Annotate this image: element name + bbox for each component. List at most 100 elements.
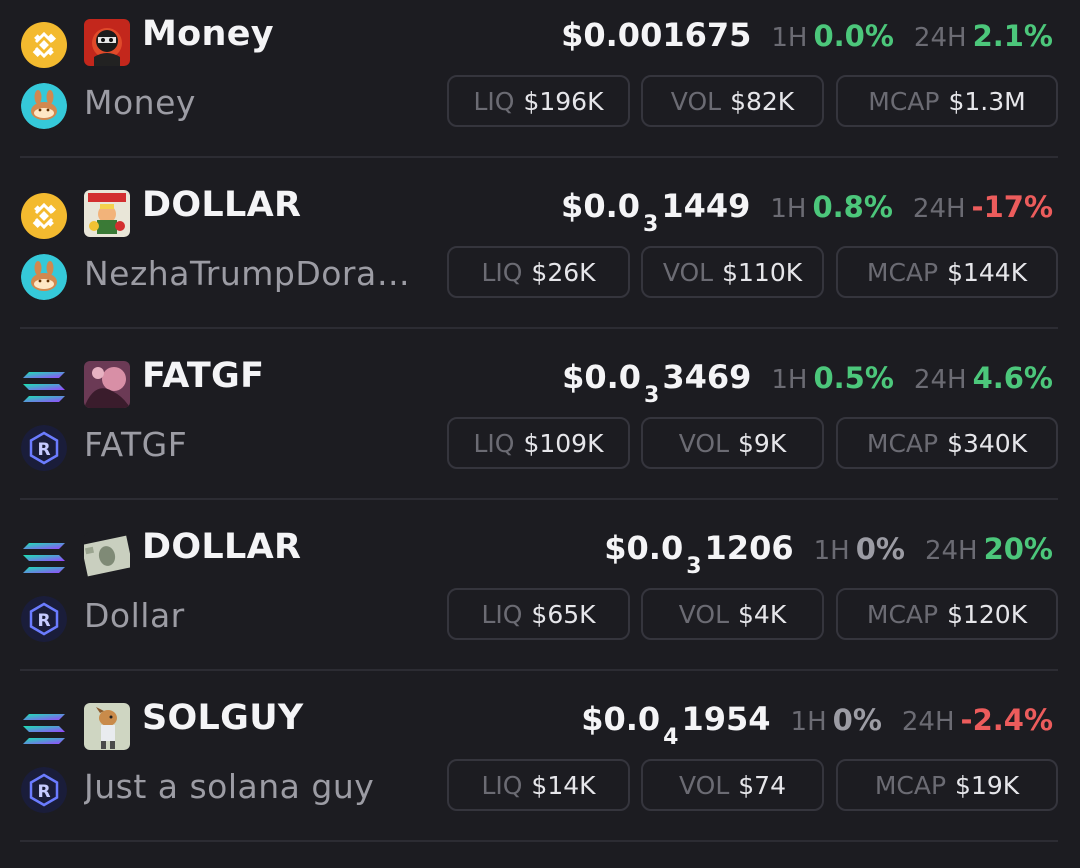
token-price: $0.0 — [562, 358, 642, 396]
liquidity-value: $65K — [531, 599, 596, 629]
token-row[interactable]: R SOLGUY Just a solana guy $0.0 4 1954 1H … — [0, 684, 1080, 855]
market-cap-badge: MCAP $144K — [836, 246, 1058, 298]
token-price: $0.0 — [561, 187, 640, 225]
pancakeswap-icon — [21, 254, 67, 300]
bnb-chain-icon — [21, 22, 67, 68]
volume-label: VOL — [678, 599, 730, 629]
market-cap-value: $1.3M — [948, 86, 1026, 116]
change-1h-label: 1H — [770, 194, 807, 224]
raydium-icon: R — [21, 767, 67, 813]
volume-label: VOL — [670, 86, 722, 116]
row-divider — [20, 327, 1058, 329]
change-24h-value: 20% — [983, 532, 1053, 566]
volume-value: $82K — [730, 86, 795, 116]
change-24h-value: -2.4% — [960, 703, 1053, 737]
market-cap-badge: MCAP $340K — [836, 417, 1058, 469]
change-1h-value: 0.8% — [812, 190, 893, 224]
token-row[interactable]: R DOLLAR Dollar $0.0 3 1206 1H 0% 24H 20% … — [0, 513, 1080, 684]
market-cap-label: MCAP — [866, 428, 939, 458]
price-line: $0.0 3 3469 1H 0.5% 24H 4.6% — [562, 358, 1053, 408]
token-name: FATGF — [84, 425, 188, 464]
change-24h-label: 24H — [913, 23, 967, 53]
change-1h-label: 1H — [771, 23, 808, 53]
token-symbol: SOLGUY — [142, 698, 304, 738]
change-1h-value: 0% — [855, 532, 905, 566]
price-zero-count: 3 — [644, 383, 660, 408]
volume-badge: VOL $82K — [641, 75, 824, 127]
token-list: Money Money $0.001675 1H 0.0% 24H 2.1% L… — [0, 0, 1080, 868]
token-row[interactable]: Money Money $0.001675 1H 0.0% 24H 2.1% L… — [0, 0, 1080, 171]
market-cap-label: MCAP — [874, 770, 947, 800]
price-line: $0.001675 1H 0.0% 24H 2.1% — [561, 16, 1053, 54]
change-1h-value: 0.0% — [813, 19, 894, 53]
price-line: $0.0 4 1954 1H 0% 24H -2.4% — [581, 700, 1053, 750]
svg-text:R: R — [37, 440, 50, 460]
change-24h-label: 24H — [924, 536, 978, 566]
liquidity-badge: LIQ $26K — [447, 246, 630, 298]
liquidity-value: $26K — [531, 257, 596, 287]
volume-label: VOL — [679, 770, 730, 800]
change-24h-label: 24H — [901, 707, 955, 737]
volume-badge: VOL $110K — [641, 246, 824, 298]
token-symbol: Money — [142, 14, 274, 54]
row-divider — [20, 156, 1058, 158]
volume-value: $74 — [738, 770, 786, 800]
market-cap-value: $144K — [947, 257, 1028, 287]
change-1h-label: 1H — [813, 536, 850, 566]
token-avatar — [84, 190, 130, 237]
liquidity-label: LIQ — [473, 86, 515, 116]
row-divider — [20, 840, 1058, 842]
market-cap-value: $120K — [947, 599, 1028, 629]
bnb-chain-icon — [21, 193, 67, 239]
token-price-digits: 3469 — [662, 358, 752, 396]
volume-badge: VOL $4K — [641, 588, 824, 640]
token-price: $0.0 — [604, 529, 684, 567]
token-price: $0.0 — [581, 700, 661, 738]
market-cap-label: MCAP — [866, 599, 939, 629]
volume-label: VOL — [678, 428, 730, 458]
token-symbol: DOLLAR — [142, 185, 302, 225]
liquidity-label: LIQ — [481, 599, 523, 629]
volume-badge: VOL $9K — [641, 417, 824, 469]
price-zero-count: 4 — [663, 725, 679, 750]
change-24h-label: 24H — [913, 365, 967, 395]
token-symbol: FATGF — [142, 356, 265, 396]
token-price-digits: 1954 — [681, 700, 771, 738]
price-zero-count: 3 — [686, 554, 702, 579]
change-24h-value: -17% — [971, 190, 1053, 224]
raydium-icon: R — [21, 425, 67, 471]
liquidity-badge: LIQ $14K — [447, 759, 630, 811]
token-avatar — [84, 19, 130, 66]
change-1h-value: 0.5% — [813, 361, 894, 395]
price-zero-count: 3 — [643, 212, 659, 237]
token-avatar — [84, 703, 130, 750]
volume-value: $9K — [738, 428, 787, 458]
row-divider — [20, 498, 1058, 500]
change-24h-label: 24H — [912, 194, 966, 224]
token-row[interactable]: R FATGF FATGF $0.0 3 3469 1H 0.5% 24H 4.6%… — [0, 342, 1080, 513]
token-row[interactable]: DOLLAR NezhaTrumpDorae… $0.0 3 1449 1H 0.8… — [0, 171, 1080, 342]
change-1h-value: 0% — [832, 703, 882, 737]
market-cap-badge: MCAP $1.3M — [836, 75, 1058, 127]
liquidity-label: LIQ — [481, 257, 523, 287]
svg-text:R: R — [37, 611, 50, 631]
volume-value: $110K — [722, 257, 803, 287]
solana-chain-icon — [21, 535, 67, 581]
token-price-digits: 1449 — [661, 187, 751, 225]
liquidity-badge: LIQ $65K — [447, 588, 630, 640]
change-1h-label: 1H — [771, 365, 808, 395]
market-cap-label: MCAP — [866, 257, 939, 287]
svg-text:R: R — [37, 782, 50, 802]
market-cap-value: $340K — [947, 428, 1028, 458]
solana-chain-icon — [21, 364, 67, 410]
token-name: Money — [84, 83, 196, 122]
market-cap-badge: MCAP $120K — [836, 588, 1058, 640]
liquidity-label: LIQ — [481, 770, 523, 800]
token-symbol: DOLLAR — [142, 527, 302, 567]
token-avatar — [84, 361, 130, 408]
change-24h-value: 2.1% — [972, 19, 1053, 53]
change-1h-label: 1H — [790, 707, 827, 737]
token-name: Dollar — [84, 596, 185, 635]
volume-value: $4K — [738, 599, 787, 629]
market-cap-value: $19K — [955, 770, 1020, 800]
